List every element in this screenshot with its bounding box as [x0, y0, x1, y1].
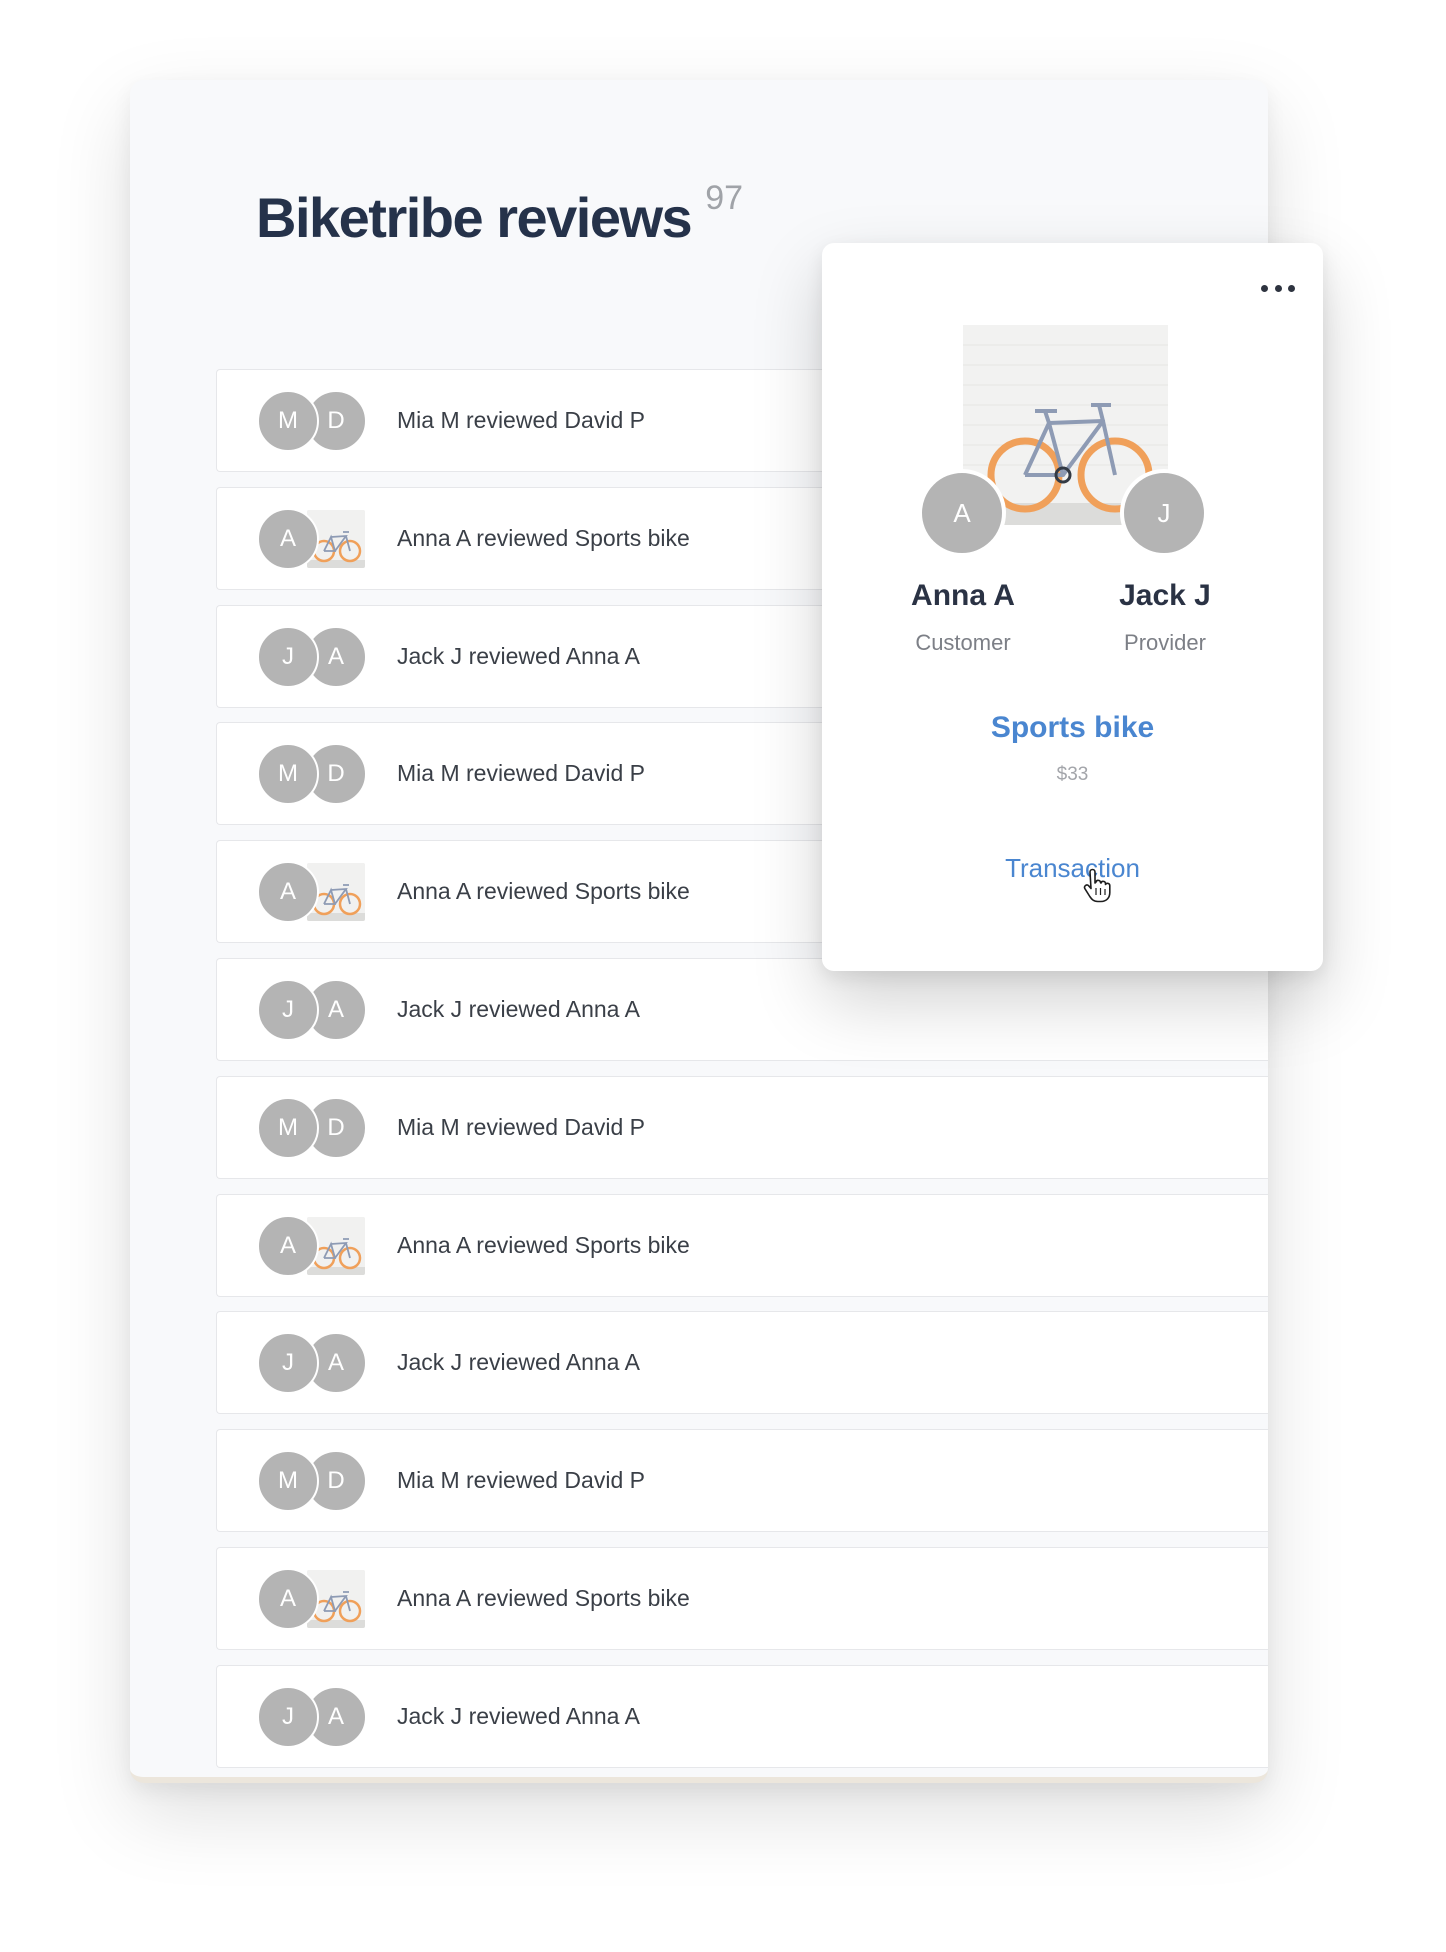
- reviewer-avatar: J: [257, 978, 319, 1041]
- review-summary: Jack J reviewed Anna A: [397, 995, 640, 1022]
- review-avatars: A: [257, 507, 379, 570]
- review-summary: Anna A reviewed Sports bike: [397, 1584, 690, 1611]
- reviewer-avatar: M: [257, 390, 319, 452]
- reviewer-avatar: A: [257, 1567, 319, 1630]
- reviewer-avatar: A: [257, 507, 319, 570]
- review-summary: Mia M reviewed David P: [397, 760, 645, 787]
- reviewer-avatar: J: [257, 1685, 319, 1748]
- review-summary: Jack J reviewed Anna A: [397, 642, 640, 669]
- reviewer-avatar: J: [257, 625, 319, 688]
- review-avatars: M D: [257, 1450, 379, 1513]
- review-row[interactable]: M D Mia M reviewed David P: [216, 1429, 1268, 1533]
- more-horizontal-icon[interactable]: [1261, 283, 1295, 293]
- provider-avatar[interactable]: J: [1120, 469, 1208, 557]
- review-avatars: A: [257, 1214, 379, 1277]
- listing-price: $33: [1056, 764, 1089, 785]
- reviewer-avatar: M: [257, 1450, 319, 1513]
- transaction-link[interactable]: Transaction: [822, 853, 1323, 884]
- review-avatars: A: [257, 1567, 379, 1630]
- review-summary: Jack J reviewed Anna A: [397, 1702, 640, 1729]
- review-avatars: M D: [257, 390, 379, 452]
- review-avatars: J A: [257, 625, 379, 688]
- review-avatars: J A: [257, 978, 379, 1041]
- review-summary: Mia M reviewed David P: [397, 1113, 645, 1140]
- customer-role: Customer: [915, 630, 1011, 655]
- review-summary: Anna A reviewed Sports bike: [397, 524, 690, 551]
- review-summary: Mia M reviewed David P: [397, 407, 645, 433]
- review-count: 97: [705, 179, 744, 217]
- reviewer-avatar: A: [257, 1214, 319, 1277]
- review-row[interactable]: A Anna A reviewed Sports bike: [216, 1546, 1268, 1650]
- listing-title-link[interactable]: Sports bike: [822, 711, 1323, 745]
- review-summary: Anna A reviewed Sports bike: [397, 1231, 690, 1258]
- reviewer-avatar: J: [257, 1332, 319, 1395]
- review-summary: Anna A reviewed Sports bike: [397, 878, 690, 905]
- review-avatars: J A: [257, 1685, 379, 1748]
- page-header: Biketribe reviews 97: [256, 179, 743, 250]
- review-row[interactable]: A Anna A reviewed Sports bike: [216, 1193, 1268, 1297]
- review-row[interactable]: J A Jack J reviewed Anna A: [216, 1664, 1268, 1768]
- review-avatars: A: [257, 861, 379, 924]
- review-summary: Mia M reviewed David P: [397, 1467, 645, 1494]
- review-avatars: J A: [257, 1332, 379, 1395]
- reviewer-avatar: M: [257, 743, 319, 806]
- customer-avatar[interactable]: A: [918, 469, 1006, 557]
- hand-pointer-icon: [1083, 868, 1111, 903]
- review-row[interactable]: J A Jack J reviewed Anna A: [216, 1311, 1268, 1415]
- provider-role: Provider: [1124, 630, 1206, 655]
- provider-name[interactable]: Jack J: [1055, 579, 1275, 613]
- page-title: Biketribe reviews: [256, 186, 693, 249]
- review-row[interactable]: M D Mia M reviewed David P: [216, 1075, 1268, 1179]
- reviewer-avatar: A: [257, 861, 319, 924]
- review-detail-popup: A J Anna A Customer Jack J Provider Spor…: [822, 243, 1323, 971]
- customer-name[interactable]: Anna A: [853, 579, 1073, 613]
- review-row[interactable]: J A Jack J reviewed Anna A: [216, 957, 1268, 1061]
- review-avatars: M D: [257, 743, 379, 806]
- reviewer-avatar: M: [257, 1096, 319, 1159]
- review-summary: Jack J reviewed Anna A: [397, 1349, 640, 1376]
- review-avatars: M D: [257, 1096, 379, 1159]
